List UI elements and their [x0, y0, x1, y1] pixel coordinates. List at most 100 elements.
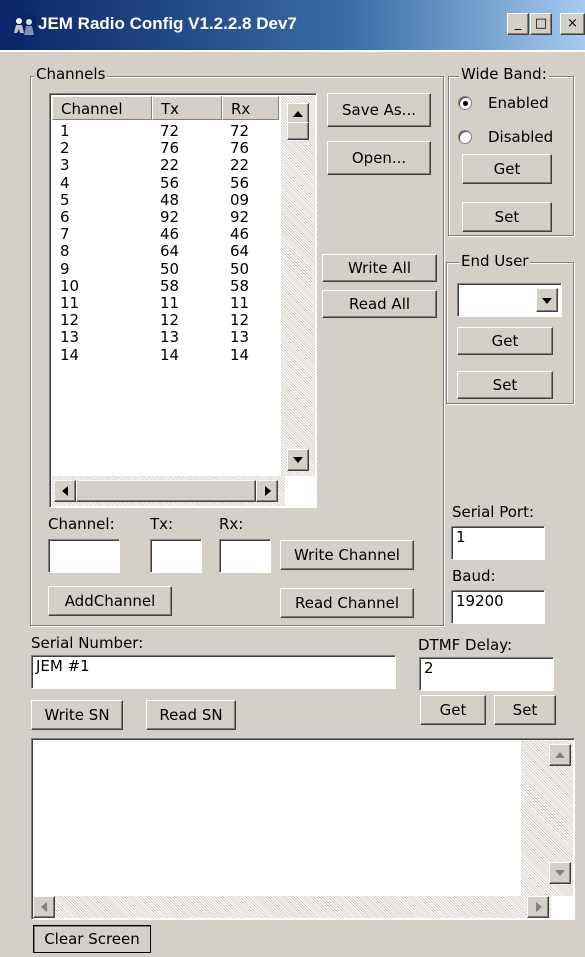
minimize-icon: _ — [514, 16, 522, 31]
maximize-icon: □ — [534, 16, 548, 31]
read-channel-button[interactable]: Read Channel — [280, 588, 414, 618]
table-row[interactable]: 6 92 92 — [52, 209, 279, 226]
serial-port-input[interactable]: 1 — [451, 526, 545, 560]
table-row[interactable]: 5 48 09 — [52, 190, 279, 209]
rx-cell: 72 — [230, 122, 250, 140]
table-row[interactable]: 11 11 11 — [52, 295, 279, 312]
table-row[interactable]: 9 50 50 — [52, 259, 279, 278]
rx-cell: 14 — [230, 345, 250, 364]
rx-cell: 09 — [230, 190, 250, 209]
horizontal-scroll-thumb[interactable] — [76, 480, 256, 502]
app-icon — [12, 15, 36, 37]
rx-input[interactable] — [219, 539, 271, 573]
end-user-select[interactable] — [457, 283, 562, 317]
save-as-button[interactable]: Save As... — [327, 93, 431, 127]
close-icon: × — [567, 16, 578, 31]
output-scroll-down-button[interactable] — [549, 862, 571, 884]
serial-number-label: Serial Number: — [31, 634, 144, 652]
table-row[interactable]: 7 46 46 — [52, 226, 279, 243]
dtmf-get-button[interactable]: Get — [420, 695, 486, 725]
arrow-up-icon — [293, 111, 303, 117]
dtmf-set-button[interactable]: Set — [494, 695, 556, 725]
serial-port-label: Serial Port: — [452, 503, 535, 521]
wide-band-get-button[interactable]: Get — [462, 154, 552, 184]
channel-list[interactable]: Channel Tx Rx 1 72 72 2 76 76 3 22 22 4 56 56 5 48 09 6… — [49, 93, 317, 508]
tx-cell: 58 — [160, 276, 180, 295]
tx-cell: 22 — [160, 156, 180, 175]
read-sn-button[interactable]: Read SN — [146, 700, 236, 730]
rx-cell: 13 — [230, 328, 250, 347]
baud-input[interactable]: 19200 — [451, 590, 545, 624]
output-scroll-left-button[interactable] — [33, 896, 55, 918]
end-user-group-label: End User — [459, 252, 531, 270]
channel-cell: 9 — [60, 259, 70, 278]
table-row[interactable]: 8 64 64 — [52, 243, 279, 260]
read-all-button[interactable]: Read All — [322, 290, 437, 318]
tx-cell: 92 — [160, 208, 180, 226]
write-all-button[interactable]: Write All — [322, 254, 437, 282]
tx-cell: 11 — [160, 294, 180, 312]
vertical-scrollbar[interactable] — [281, 96, 315, 476]
minimize-button[interactable]: _ — [507, 13, 529, 35]
output-textarea[interactable] — [31, 738, 575, 920]
channels-group-label: Channels — [34, 65, 108, 83]
wide-band-enabled-radio[interactable] — [458, 96, 472, 110]
output-scroll-up-button[interactable] — [549, 744, 571, 766]
table-row[interactable]: 1 72 72 — [52, 123, 279, 140]
tx-cell: 13 — [160, 328, 180, 347]
arrow-right-icon — [265, 486, 271, 496]
column-header-rx[interactable]: Rx — [222, 96, 279, 120]
channel-cell: 4 — [60, 173, 70, 192]
output-scroll-right-button[interactable] — [527, 896, 549, 918]
maximize-button[interactable]: □ — [530, 13, 552, 35]
table-row[interactable]: 12 12 12 — [52, 312, 279, 329]
add-channel-button[interactable]: AddChannel — [48, 586, 172, 616]
arrow-right-icon — [536, 902, 542, 912]
channel-input[interactable] — [48, 539, 120, 573]
window-title: JEM Radio Config V1.2.2.8 Dev7 — [38, 14, 297, 33]
output-horizontal-scrollbar[interactable] — [33, 896, 551, 918]
column-header-tx[interactable]: Tx — [152, 96, 222, 120]
channel-cell: 13 — [60, 328, 80, 347]
rx-cell: 76 — [230, 139, 250, 158]
wide-band-disabled-radio[interactable] — [458, 130, 472, 144]
rx-cell: 50 — [230, 259, 250, 278]
serial-number-input[interactable]: JEM #1 — [31, 655, 396, 689]
end-user-set-button[interactable]: Set — [457, 371, 553, 399]
close-button[interactable]: × — [560, 13, 585, 35]
clear-screen-button[interactable]: Clear Screen — [33, 925, 151, 953]
vertical-scroll-thumb[interactable] — [287, 122, 309, 140]
table-row[interactable]: 3 22 22 — [52, 157, 279, 174]
tx-cell: 56 — [160, 173, 180, 192]
scroll-right-button[interactable] — [256, 480, 278, 502]
table-row[interactable]: 13 13 13 — [52, 329, 279, 346]
channel-cell: 11 — [60, 294, 80, 312]
scroll-left-button[interactable] — [54, 480, 76, 502]
table-row[interactable]: 2 76 76 — [52, 140, 279, 157]
chevron-down-icon — [542, 298, 552, 304]
dropdown-button[interactable] — [536, 288, 558, 312]
scroll-down-button[interactable] — [287, 449, 309, 471]
write-channel-button[interactable]: Write Channel — [280, 540, 414, 570]
table-row[interactable]: 14 14 14 — [52, 345, 279, 364]
channel-list-header: Channel Tx Rx — [52, 96, 279, 120]
baud-label: Baud: — [452, 567, 496, 585]
channel-cell: 5 — [60, 190, 70, 209]
title-bar[interactable]: JEM Radio Config V1.2.2.8 Dev7 _ □ × — [0, 0, 585, 52]
channel-cell: 14 — [60, 345, 80, 364]
wide-band-set-button[interactable]: Set — [462, 202, 552, 232]
rx-label: Rx: — [219, 515, 244, 533]
open-button[interactable]: Open... — [327, 141, 431, 175]
write-sn-button[interactable]: Write SN — [31, 700, 123, 730]
column-header-channel[interactable]: Channel — [52, 96, 152, 120]
table-row[interactable]: 10 58 58 — [52, 276, 279, 295]
end-user-get-button[interactable]: Get — [457, 327, 553, 355]
arrow-down-icon — [293, 457, 303, 463]
tx-cell: 50 — [160, 259, 180, 278]
table-row[interactable]: 4 56 56 — [52, 173, 279, 192]
tx-input[interactable] — [150, 539, 202, 573]
channel-cell: 8 — [60, 242, 70, 261]
arrow-up-icon — [555, 752, 565, 758]
tx-label: Tx: — [150, 515, 174, 533]
dtmf-delay-input[interactable]: 2 — [419, 657, 554, 691]
